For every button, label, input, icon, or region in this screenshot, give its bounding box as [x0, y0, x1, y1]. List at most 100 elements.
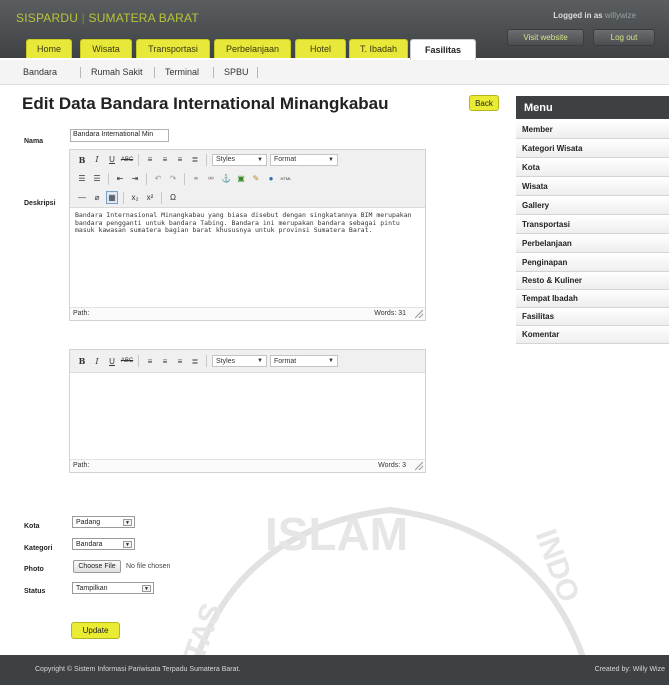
sidebar-item-komentar[interactable]: Komentar — [516, 326, 669, 344]
subnav-divider — [257, 67, 258, 78]
format-dropdown[interactable]: Format ▼ — [270, 355, 338, 367]
tab-home[interactable]: Home — [26, 39, 72, 58]
format-dropdown[interactable]: Format ▼ — [270, 153, 338, 166]
underline-icon[interactable]: U — [106, 153, 118, 166]
horizontal-rule-icon[interactable]: — — [76, 191, 88, 204]
sidebar-item-penginapan[interactable]: Penginapan — [516, 254, 669, 272]
tab-perbelanjaan[interactable]: Perbelanjaan — [214, 39, 291, 58]
logged-in-label: Logged in as — [553, 11, 603, 20]
kota-select[interactable]: Padang ▼ — [72, 516, 135, 528]
visual-aid-icon[interactable]: ▦ — [106, 191, 118, 204]
logout-button[interactable]: Log out — [593, 29, 655, 46]
sidebar-item-member[interactable]: Member — [516, 121, 669, 139]
align-right-icon[interactable]: ≡ — [174, 355, 186, 368]
align-justify-icon[interactable]: ≣ — [189, 355, 201, 368]
align-justify-icon[interactable]: ≣ — [189, 153, 201, 166]
toolbar-divider — [138, 153, 139, 166]
tab-fasilitas[interactable]: Fasilitas — [410, 39, 476, 60]
nama-label: Nama — [24, 138, 44, 145]
photo-label: Photo — [24, 566, 44, 573]
kategori-select[interactable]: Bandara ▼ — [72, 538, 135, 550]
html-source-icon[interactable]: HTML — [280, 172, 292, 185]
align-right-icon[interactable]: ≡ — [174, 153, 186, 166]
footer-credit: Created by: Willy Wize — [594, 666, 665, 673]
logged-in-user: willywize — [604, 11, 636, 20]
tab-hotel[interactable]: Hotel — [295, 39, 346, 58]
undo-icon[interactable]: ↶ — [152, 172, 164, 185]
sidebar-item-perbelanjaan[interactable]: Perbelanjaan — [516, 235, 669, 253]
tab-wisata[interactable]: Wisata — [80, 39, 132, 58]
outdent-icon[interactable]: ⇤ — [114, 172, 126, 185]
indent-icon[interactable]: ⇥ — [129, 172, 141, 185]
styles-dropdown-label: Styles — [216, 357, 236, 365]
anchor-icon[interactable]: ⚓ — [220, 172, 232, 185]
subscript-icon[interactable]: x₂ — [129, 191, 141, 204]
format-dropdown-label: Format — [274, 156, 297, 163]
italic-icon[interactable]: I — [91, 153, 103, 166]
bullet-list-icon[interactable]: ☰ — [76, 172, 88, 185]
unlink-icon[interactable]: ⚮ — [205, 172, 217, 185]
help-icon[interactable]: ● — [265, 172, 277, 185]
numbered-list-icon[interactable]: ☰ — [91, 172, 103, 185]
styles-dropdown[interactable]: Styles ▼ — [212, 355, 267, 367]
image-icon[interactable]: ▣ — [235, 172, 247, 185]
link-icon[interactable]: ⚭ — [190, 172, 202, 185]
cleanup-icon[interactable]: ✎ — [250, 172, 262, 185]
tab-ibadah[interactable]: T. Ibadah — [349, 39, 408, 58]
visit-website-button[interactable]: Visit website — [507, 29, 584, 46]
rich-text-editor-secondary: B I U ABC ≡ ≡ ≡ ≣ Styles ▼ Format ▼ Path: … — [69, 349, 426, 473]
brand-region: SUMATERA BARAT — [88, 11, 199, 25]
resize-grip-icon[interactable] — [415, 310, 423, 318]
align-center-icon[interactable]: ≡ — [159, 355, 171, 368]
status-select-value: Tampilkan — [76, 584, 108, 592]
resize-grip-icon[interactable] — [415, 462, 423, 470]
footer: Copyright © Sistem Informasi Pariwisata … — [0, 655, 669, 685]
superscript-icon[interactable]: x² — [144, 191, 156, 204]
styles-dropdown-label: Styles — [216, 156, 236, 163]
sidebar-item-wisata[interactable]: Wisata — [516, 178, 669, 196]
file-status-text: No file chosen — [126, 563, 171, 570]
chevron-down-icon: ▼ — [123, 519, 132, 526]
bold-icon[interactable]: B — [76, 355, 88, 368]
sidebar-item-resto-kuliner[interactable]: Resto & Kuliner — [516, 272, 669, 290]
bold-icon[interactable]: B — [76, 153, 88, 166]
status-select[interactable]: Tampilkan ▼ — [72, 582, 154, 594]
toolbar-divider — [184, 172, 185, 185]
underline-icon[interactable]: U — [106, 355, 118, 368]
deskripsi-content[interactable]: Bandara Internasional Minangkabau yang b… — [70, 208, 425, 239]
sidebar-menu-title: Menu — [516, 96, 669, 119]
italic-icon[interactable]: I — [91, 355, 103, 368]
subnav-bandara[interactable]: Bandara — [23, 67, 57, 77]
align-left-icon[interactable]: ≡ — [144, 153, 156, 166]
toolbar-divider — [138, 355, 139, 367]
sidebar-item-kategori-wisata[interactable]: Kategori Wisata — [516, 140, 669, 158]
remove-format-icon[interactable]: ⌀ — [91, 191, 103, 204]
toolbar-divider — [108, 172, 109, 185]
secondary-content[interactable] — [70, 373, 425, 453]
tab-transportasi[interactable]: Transportasi — [136, 39, 210, 58]
align-center-icon[interactable]: ≡ — [159, 153, 171, 166]
kategori-label: Kategori — [24, 545, 53, 552]
sidebar-item-fasilitas[interactable]: Fasilitas — [516, 308, 669, 326]
sidebar-item-kota[interactable]: Kota — [516, 159, 669, 177]
chevron-down-icon: ▼ — [123, 541, 132, 548]
align-left-icon[interactable]: ≡ — [144, 355, 156, 368]
editor-toolbar: B I U ABC ≡ ≡ ≡ ≣ Styles ▼ Format ▼ ☰ ☰ ⇤ … — [70, 150, 425, 208]
strikethrough-icon[interactable]: ABC — [121, 355, 133, 368]
back-button[interactable]: Back — [469, 95, 499, 111]
redo-icon[interactable]: ↷ — [167, 172, 179, 185]
strikethrough-icon[interactable]: ABC — [121, 153, 133, 166]
subnav-terminal[interactable]: Terminal — [165, 67, 199, 77]
special-char-icon[interactable]: Ω — [167, 191, 179, 204]
update-button[interactable]: Update — [71, 622, 120, 639]
editor-toolbar: B I U ABC ≡ ≡ ≡ ≣ Styles ▼ Format ▼ — [70, 350, 425, 373]
sidebar-item-transportasi[interactable]: Transportasi — [516, 216, 669, 234]
sidebar-item-gallery[interactable]: Gallery — [516, 197, 669, 215]
choose-file-button[interactable]: Choose File — [73, 560, 121, 573]
subnav-rumah-sakit[interactable]: Rumah Sakit — [91, 67, 143, 77]
subnav-spbu[interactable]: SPBU — [224, 67, 249, 77]
toolbar-divider — [161, 191, 162, 204]
styles-dropdown[interactable]: Styles ▼ — [212, 153, 267, 166]
sidebar-item-tempat-ibadah[interactable]: Tempat Ibadah — [516, 290, 669, 308]
nama-input[interactable]: Bandara International Min — [70, 129, 169, 142]
